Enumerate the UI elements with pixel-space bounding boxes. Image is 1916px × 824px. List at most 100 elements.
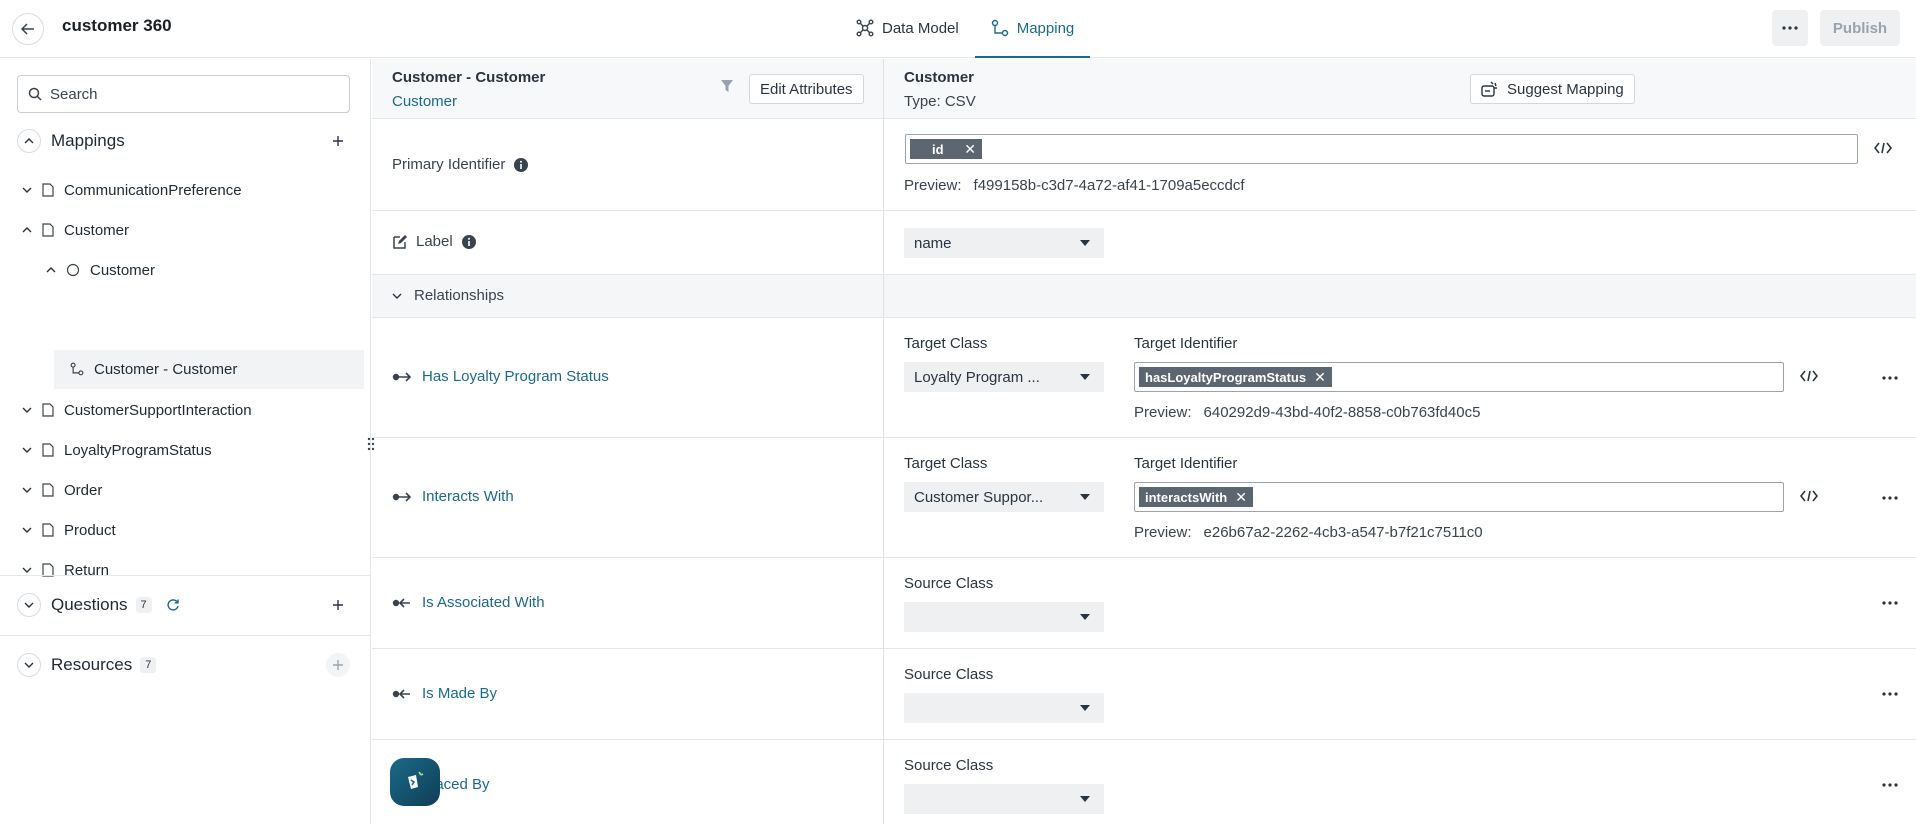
file-icon <box>42 403 54 417</box>
chevron-down-icon[interactable] <box>22 447 32 453</box>
label-dropdown[interactable]: name <box>904 228 1104 258</box>
caret-down-icon <box>1080 705 1090 711</box>
chevron-down-icon[interactable] <box>22 487 32 493</box>
target-identifier-input[interactable]: interactsWith ✕ <box>1134 482 1784 512</box>
tab-data-model[interactable]: Data Model <box>840 0 975 58</box>
relationships-toggle[interactable]: Relationships <box>392 287 504 304</box>
suggest-mapping-button[interactable]: Suggest Mapping <box>1470 74 1635 104</box>
relationship-row: Has Loyalty Program Status Target Class … <box>372 318 1916 438</box>
resources-section-header: Resources 7 <box>17 650 350 680</box>
search-input[interactable] <box>50 85 330 103</box>
source-class-dropdown[interactable] <box>904 693 1104 723</box>
source-title: Customer <box>904 69 975 86</box>
mapping-class-link[interactable]: Customer <box>392 93 457 110</box>
source-class-dropdown[interactable] <box>904 784 1104 814</box>
tree-item-label: Customer - Customer <box>94 360 238 378</box>
info-icon[interactable] <box>513 157 529 173</box>
circle-icon <box>66 263 80 277</box>
chevron-down-icon[interactable] <box>22 527 32 533</box>
refresh-icon[interactable] <box>166 598 180 612</box>
plus-icon <box>333 660 343 670</box>
primary-identifier-input[interactable]: id ✕ <box>905 134 1858 164</box>
tree-item-customer-customer-mapping[interactable]: Customer - Customer <box>54 350 364 388</box>
file-icon <box>42 483 54 497</box>
relationship-more-button[interactable] <box>1878 689 1902 699</box>
mappings-collapse-button[interactable] <box>17 129 41 153</box>
relationship-label[interactable]: Is Associated With <box>392 594 545 611</box>
label-field-label: Label <box>392 233 477 250</box>
tab-mapping-label: Mapping <box>1016 19 1075 37</box>
mapping-icon <box>70 362 84 376</box>
resources-count-badge: 7 <box>140 657 157 673</box>
magic-wand-icon <box>1481 81 1497 97</box>
assistant-logo-icon <box>408 771 424 789</box>
edit-icon[interactable] <box>392 234 408 250</box>
target-identifier-label: Target Identifier <box>1134 335 1238 352</box>
tree-item-loyaltyprogramstatus[interactable]: LoyaltyProgramStatus <box>22 431 362 469</box>
relationship-name: Has Loyalty Program Status <box>422 368 609 385</box>
chevron-up-icon[interactable] <box>22 227 32 233</box>
tab-mapping[interactable]: Mapping <box>974 0 1091 58</box>
relationship-label[interactable]: Has Loyalty Program Status <box>392 368 609 385</box>
tree-item-customer-class[interactable]: Customer <box>46 251 362 289</box>
divider <box>0 575 370 576</box>
relationship-label[interactable]: Is Made By <box>392 685 497 702</box>
caret-down-icon <box>1080 240 1090 246</box>
relationship-more-button[interactable] <box>1878 780 1902 790</box>
preview-label: Preview: <box>904 177 962 194</box>
source-class-dropdown[interactable] <box>904 602 1104 632</box>
tree-item-product[interactable]: Product <box>22 511 362 549</box>
code-editor-button[interactable] <box>1798 365 1820 387</box>
tree-item-customer[interactable]: Customer <box>22 211 362 249</box>
code-editor-button[interactable] <box>1872 137 1894 159</box>
caret-down-icon <box>1080 374 1090 380</box>
target-identifier-label: Target Identifier <box>1134 455 1238 472</box>
chip-label: interactsWith <box>1145 489 1228 505</box>
code-editor-button[interactable] <box>1798 485 1820 507</box>
primary-identifier-label: Primary Identifier <box>392 156 529 173</box>
add-resource-button[interactable] <box>326 653 350 677</box>
relationship-row: Placed By Source Class <box>372 740 1916 824</box>
resources-expand-button[interactable] <box>17 653 41 677</box>
relationship-more-button[interactable] <box>1878 493 1902 503</box>
target-class-dropdown[interactable]: Loyalty Program ... <box>904 362 1104 392</box>
divider <box>0 635 370 636</box>
view-tabs: Data Model Mapping <box>840 0 1091 58</box>
relationships-header[interactable]: Relationships <box>372 275 1916 318</box>
caret-down-icon <box>1080 796 1090 802</box>
source-class-label: Source Class <box>904 575 994 592</box>
remove-chip-icon[interactable]: ✕ <box>964 141 976 158</box>
tree-item-customersupportinteraction[interactable]: CustomerSupportInteraction <box>22 391 362 429</box>
assistant-fab-button[interactable] <box>390 758 440 806</box>
chevron-down-icon[interactable] <box>22 407 32 413</box>
add-question-button[interactable] <box>326 593 350 617</box>
info-icon[interactable] <box>461 234 477 250</box>
chevron-down-icon[interactable] <box>22 567 32 573</box>
source-class-label: Source Class <box>904 757 994 774</box>
incoming-relation-icon <box>392 688 410 699</box>
chevron-up-icon[interactable] <box>46 267 56 273</box>
edit-attributes-button[interactable]: Edit Attributes <box>749 74 864 104</box>
target-identifier-input[interactable]: hasLoyaltyProgramStatus ✕ <box>1134 362 1784 392</box>
code-icon <box>1874 142 1892 154</box>
questions-expand-button[interactable] <box>17 593 41 617</box>
tree-item-return[interactable]: Return <box>22 551 362 589</box>
remove-chip-icon[interactable]: ✕ <box>1235 489 1247 506</box>
target-class-dropdown[interactable]: Customer Suppor... <box>904 482 1104 512</box>
more-options-button[interactable] <box>1772 10 1808 46</box>
chevron-down-icon[interactable] <box>22 187 32 193</box>
tree-item-communicationpreference[interactable]: CommunicationPreference <box>22 171 362 209</box>
filter-icon[interactable] <box>720 79 734 97</box>
relationship-more-button[interactable] <box>1878 373 1902 383</box>
relationship-label[interactable]: Interacts With <box>392 488 514 505</box>
publish-button[interactable]: Publish <box>1820 10 1900 46</box>
mappings-section-header: Mappings <box>17 126 350 156</box>
remove-chip-icon[interactable]: ✕ <box>1314 369 1326 386</box>
relationship-more-button[interactable] <box>1878 598 1902 608</box>
tree-item-order[interactable]: Order <box>22 471 362 509</box>
search-icon <box>28 87 42 101</box>
add-mapping-button[interactable] <box>326 129 350 153</box>
relationship-name: Is Associated With <box>422 594 545 611</box>
back-button[interactable] <box>12 13 44 45</box>
tree-item-label: LoyaltyProgramStatus <box>64 441 212 459</box>
